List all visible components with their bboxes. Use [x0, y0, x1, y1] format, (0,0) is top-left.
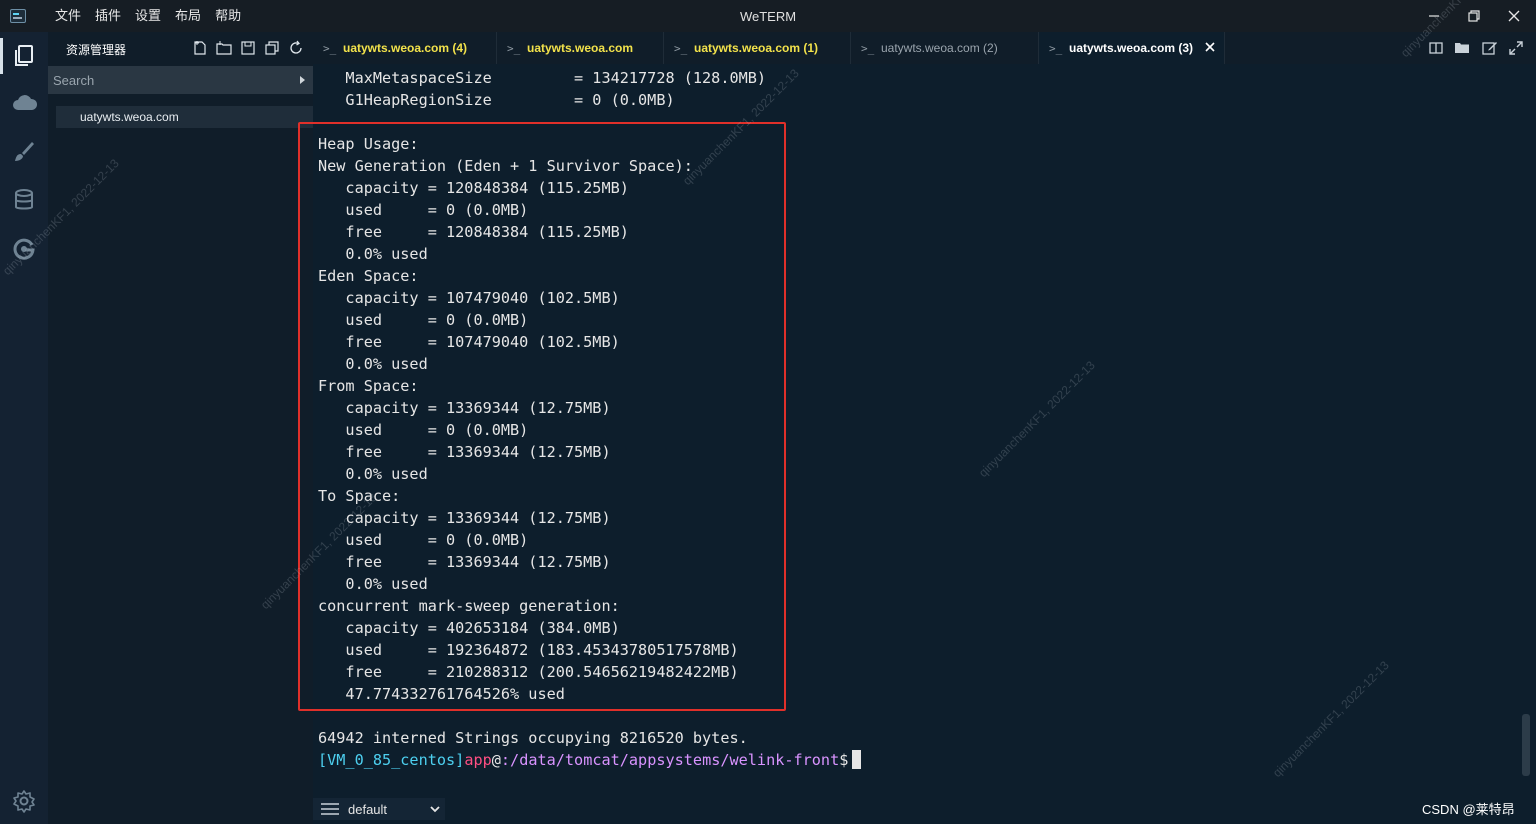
prompt-host: [VM_0_85_centos]	[318, 751, 465, 769]
close-icon	[1508, 10, 1520, 22]
tab-session-2[interactable]: >_ uatywts.weoa.com (2)	[851, 32, 1039, 64]
activity-bar	[0, 32, 48, 824]
gear-icon	[13, 790, 35, 813]
prompt-path: :/data/tomcat/appsystems/welink-front	[500, 751, 840, 769]
minimize-icon	[1429, 15, 1439, 17]
tab-label: uatywts.weoa.com (2)	[881, 41, 998, 55]
new-folder-icon	[216, 41, 232, 55]
terminal-line: G1HeapRegionSize = 0 (0.0MB)	[318, 91, 675, 109]
files-icon	[15, 45, 33, 66]
terminal-cursor	[852, 750, 862, 769]
weterm-app: 文件 插件 设置 布局 帮助 WeTERM 资源管理器 Search uatyw…	[0, 0, 1536, 824]
refresh-button[interactable]	[288, 40, 304, 56]
tab-session-4[interactable]: >_ uatywts.weoa.com (4)	[313, 32, 497, 64]
sidebar-header: 资源管理器	[48, 32, 313, 64]
menu-layout[interactable]: 布局	[168, 0, 208, 32]
edit-icon[interactable]	[1482, 40, 1498, 56]
restore-icon	[1468, 10, 1480, 22]
sidebar-search	[48, 66, 313, 94]
explorer-activity[interactable]	[0, 34, 48, 78]
cloud-activity[interactable]	[0, 82, 48, 126]
cloud-icon	[13, 95, 38, 110]
theme-activity[interactable]	[0, 130, 48, 174]
tab-session-0[interactable]: >_ uatywts.weoa.com	[497, 32, 664, 64]
save-icon	[241, 41, 255, 55]
tab-label: uatywts.weoa.com	[527, 41, 634, 55]
menu-file[interactable]: 文件	[48, 0, 88, 32]
terminal-icon: >_	[323, 42, 337, 55]
prompt-at: @	[491, 751, 501, 769]
refresh-icon	[290, 40, 302, 54]
expand-caret-icon[interactable]	[300, 76, 305, 84]
prompt-symbol: $	[839, 751, 849, 769]
database-icon	[15, 189, 33, 210]
folder-icon[interactable]	[1454, 40, 1470, 56]
new-folder-button[interactable]	[216, 40, 232, 56]
profile-select[interactable]: default	[313, 798, 445, 820]
database-activity[interactable]	[0, 178, 48, 222]
sidebar-title: 资源管理器	[66, 43, 127, 57]
shell-prompt[interactable]: [VM_0_85_centos]app@:/data/tomcat/appsys…	[318, 749, 862, 771]
terminal-icon: >_	[674, 42, 688, 55]
menu-help[interactable]: 帮助	[208, 0, 248, 32]
close-window-button[interactable]	[1494, 0, 1534, 32]
plugin-activity[interactable]	[0, 226, 48, 270]
new-file-button[interactable]	[192, 40, 208, 56]
terminal-scrollbar[interactable]	[1522, 714, 1530, 776]
collapse-all-button[interactable]	[264, 40, 280, 56]
terminal-icon: >_	[507, 42, 521, 55]
terminal-line: MaxMetaspaceSize = 134217728 (128.0MB)	[318, 69, 767, 87]
tab-label: uatywts.weoa.com (4)	[343, 41, 468, 55]
prompt-user: app	[464, 751, 492, 769]
tab-session-3-active[interactable]: >_ uatywts.weoa.com (3)	[1039, 32, 1225, 64]
terminal-icon: >_	[1049, 42, 1063, 55]
title-bar: 文件 插件 设置 布局 帮助 WeTERM	[0, 0, 1536, 32]
save-button[interactable]	[240, 40, 256, 56]
restore-button[interactable]	[1454, 0, 1494, 32]
close-tab-icon[interactable]	[1204, 41, 1216, 53]
brush-icon	[15, 142, 34, 161]
app-logo-icon	[10, 9, 26, 23]
fullscreen-icon[interactable]	[1508, 40, 1524, 56]
host-list-item[interactable]: uatywts.weoa.com	[56, 106, 313, 128]
heap-usage-highlight-box	[298, 122, 786, 711]
csdn-credit: CSDN @莱特昂	[1422, 802, 1515, 817]
menu-settings[interactable]: 设置	[128, 0, 168, 32]
new-file-icon	[194, 41, 206, 55]
tab-label: uatywts.weoa.com (3)	[1069, 41, 1194, 55]
menu-icon	[321, 803, 339, 815]
tab-label: uatywts.weoa.com (1)	[694, 41, 819, 55]
tab-session-1[interactable]: >_ uatywts.weoa.com (1)	[664, 32, 851, 64]
minimize-button[interactable]	[1414, 0, 1454, 32]
split-view-icon[interactable]	[1428, 40, 1444, 56]
terminal-icon: >_	[861, 42, 875, 55]
chevron-down-icon	[430, 806, 440, 813]
profile-select-value: default	[348, 802, 388, 817]
menu-plugins[interactable]: 插件	[88, 0, 128, 32]
host-item-label: uatywts.weoa.com	[80, 110, 179, 124]
explorer-sidebar: 资源管理器 uatywts.weoa.com	[48, 32, 313, 824]
menu-bar: 文件 插件 设置 布局 帮助	[48, 0, 248, 32]
refresh-g-icon	[13, 238, 35, 260]
tab-bar: >_ uatywts.weoa.com (4) >_ uatywts.weoa.…	[313, 32, 1536, 64]
settings-button[interactable]	[12, 789, 36, 818]
search-input[interactable]	[48, 66, 288, 94]
collapse-icon	[265, 41, 279, 55]
terminal-line: 64942 interned Strings occupying 8216520…	[318, 729, 748, 747]
